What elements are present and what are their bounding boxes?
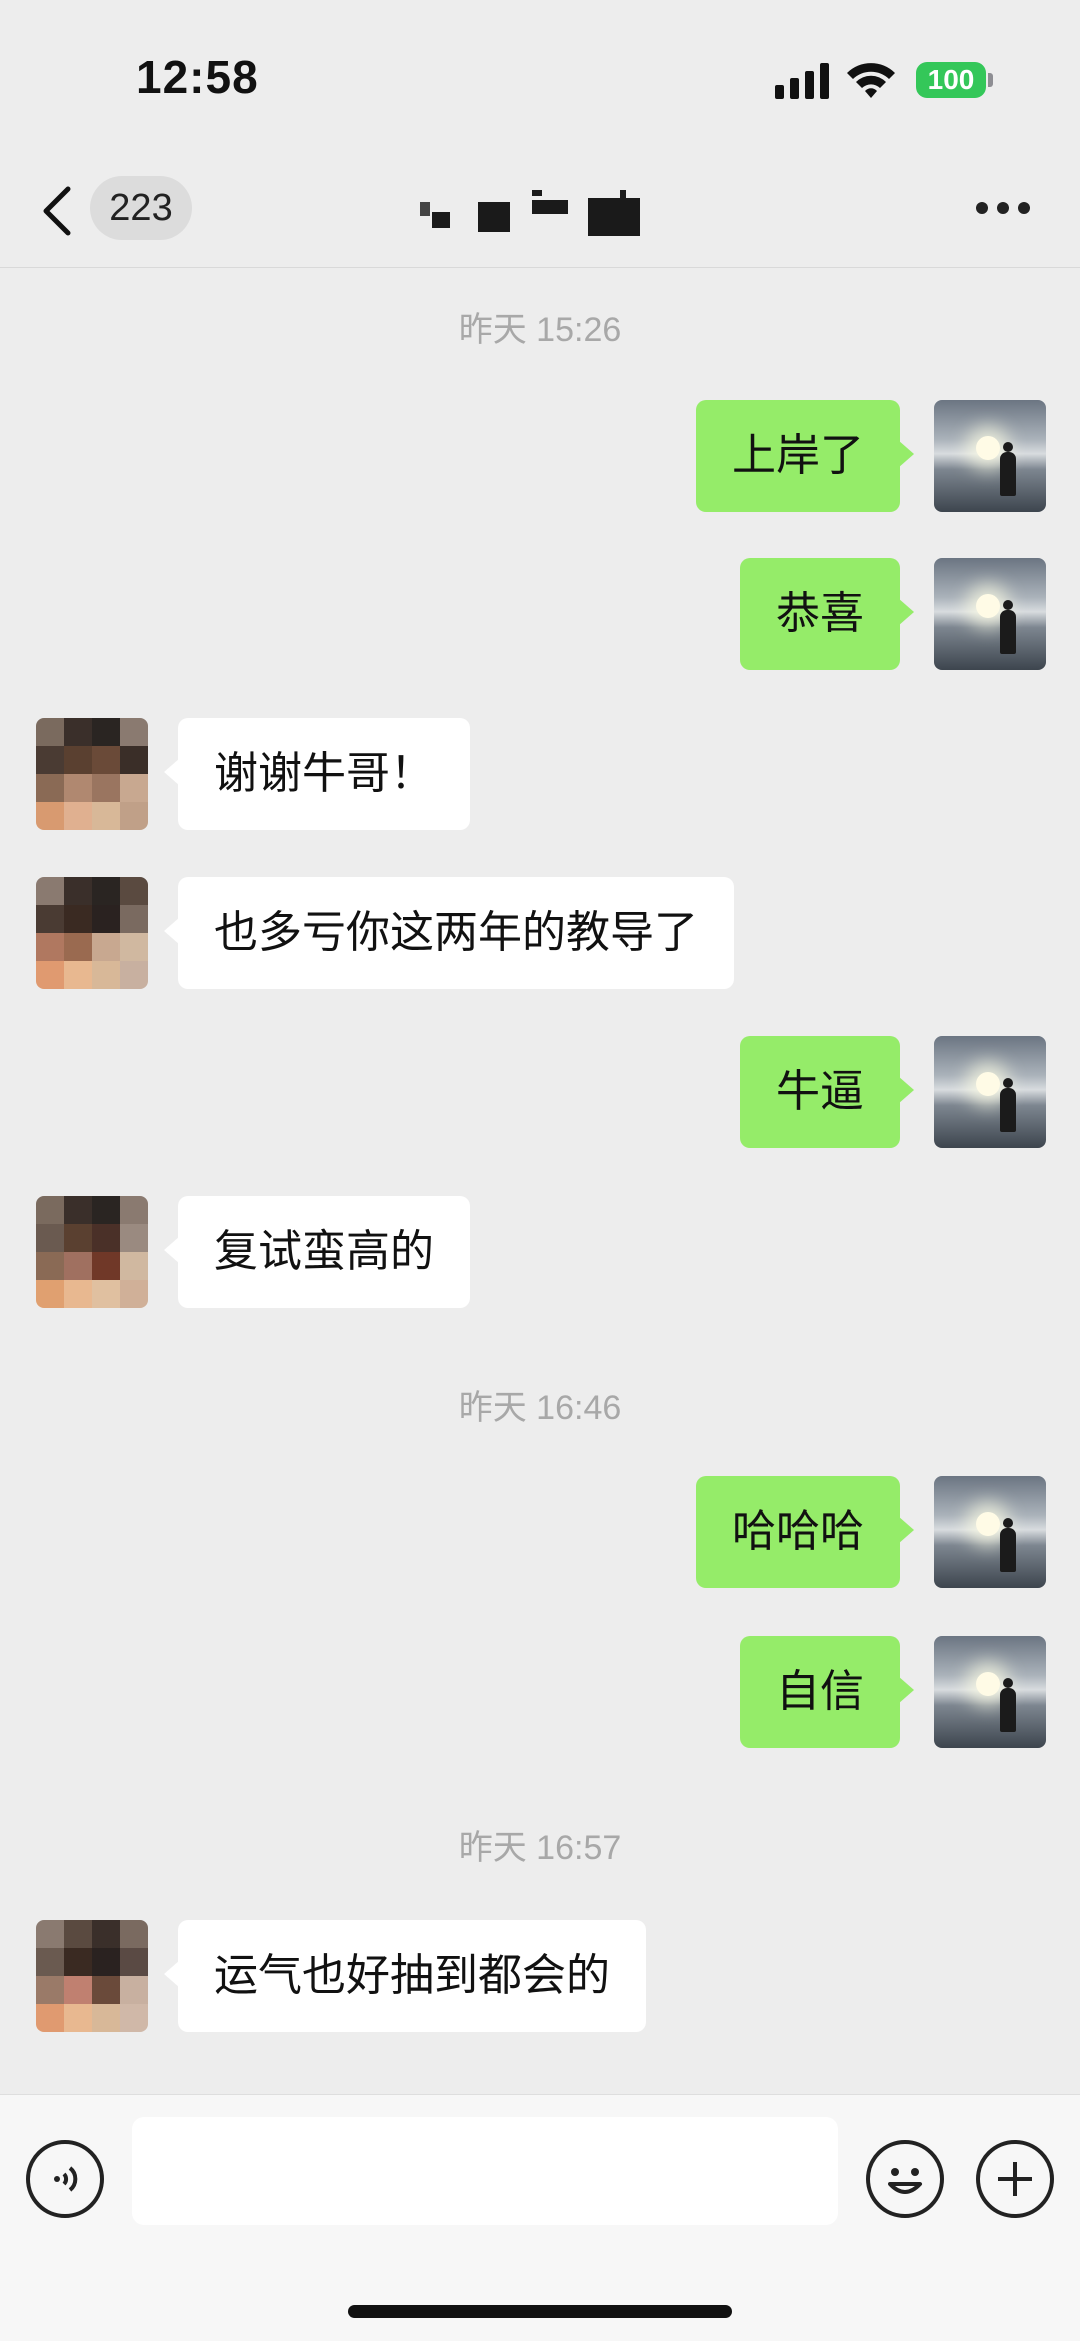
my-avatar[interactable]: [934, 1036, 1046, 1148]
battery-indicator: 100: [916, 62, 986, 98]
message-row-sent: 上岸了: [0, 400, 1080, 512]
message-input-bar: [0, 2094, 1080, 2341]
my-avatar[interactable]: [934, 1476, 1046, 1588]
status-bar: 12:58 100: [0, 0, 1080, 150]
message-row-sent: 恭喜: [0, 558, 1080, 670]
battery-cap: [988, 73, 993, 87]
message-bubble-sent[interactable]: 上岸了: [696, 400, 914, 512]
message-bubble-sent[interactable]: 自信: [740, 1636, 914, 1748]
back-chevron-icon[interactable]: [38, 185, 78, 237]
home-indicator[interactable]: [348, 2305, 732, 2318]
message-bubble-received[interactable]: 复试蛮高的: [164, 1196, 470, 1308]
contact-avatar-pixelated[interactable]: [36, 718, 148, 830]
my-avatar[interactable]: [934, 558, 1046, 670]
contact-avatar-pixelated[interactable]: [36, 1920, 148, 2032]
status-time: 12:58: [136, 51, 259, 103]
message-row-sent: 哈哈哈: [0, 1476, 1080, 1588]
message-row-received: 复试蛮高的: [0, 1196, 1080, 1308]
more-icon[interactable]: [976, 202, 1030, 216]
message-bubble-sent[interactable]: 哈哈哈: [696, 1476, 914, 1588]
message-row-sent: 牛逼: [0, 1036, 1080, 1148]
message-bubble-received[interactable]: 谢谢牛哥！: [164, 718, 470, 830]
message-row-received: 谢谢牛哥！: [0, 718, 1080, 830]
message-row-received: 也多亏你这两年的教导了: [0, 877, 1080, 989]
time-separator: 昨天 16:57: [458, 1829, 622, 1867]
contact-avatar-pixelated[interactable]: [36, 877, 148, 989]
wifi-icon: [847, 63, 895, 98]
message-bubble-sent[interactable]: 牛逼: [740, 1036, 914, 1148]
message-bubble-received[interactable]: 也多亏你这两年的教导了: [164, 877, 734, 989]
time-separator: 昨天 15:26: [458, 311, 622, 349]
message-row-received: 运气也好抽到都会的: [0, 1920, 1080, 2032]
time-separator: 昨天 16:46: [458, 1389, 622, 1427]
chat-title-redacted: [420, 190, 650, 240]
message-text-input[interactable]: [132, 2117, 838, 2225]
message-bubble-sent[interactable]: 恭喜: [740, 558, 914, 670]
message-bubble-received[interactable]: 运气也好抽到都会的: [164, 1920, 646, 2032]
voice-icon[interactable]: [26, 2140, 104, 2218]
chat-header: 223: [0, 150, 1080, 268]
contact-avatar-pixelated[interactable]: [36, 1196, 148, 1308]
plus-icon[interactable]: [976, 2140, 1054, 2218]
emoji-icon[interactable]: [866, 2140, 944, 2218]
message-row-sent: 自信: [0, 1636, 1080, 1748]
my-avatar[interactable]: [934, 400, 1046, 512]
my-avatar[interactable]: [934, 1636, 1046, 1748]
signal-icon: [775, 63, 829, 99]
unread-count-badge[interactable]: 223: [90, 176, 192, 240]
